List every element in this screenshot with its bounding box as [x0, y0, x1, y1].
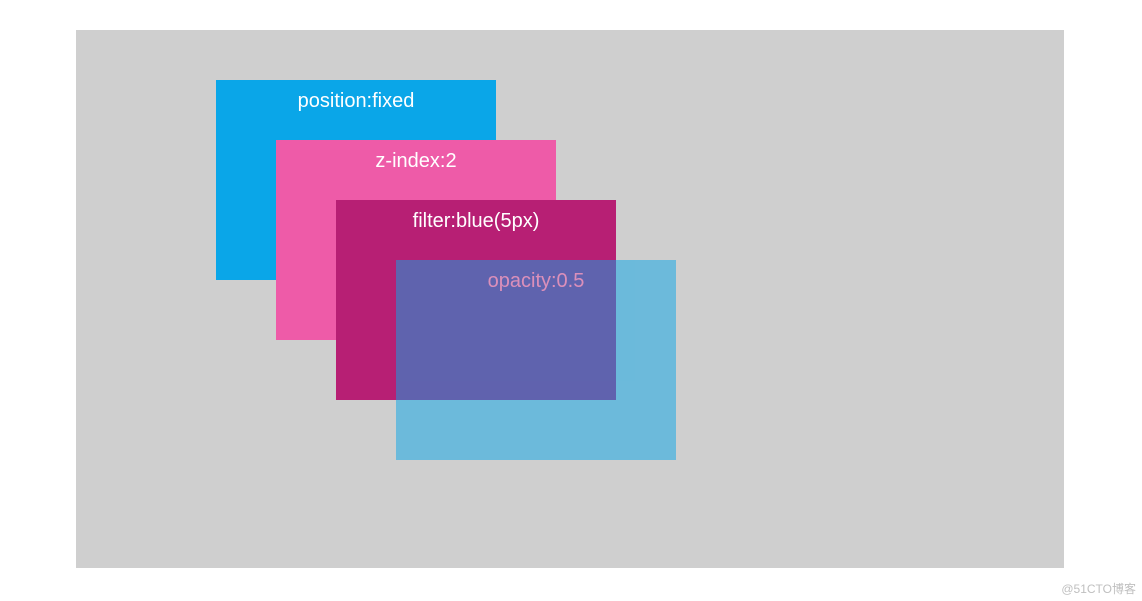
layer-label: opacity:0.5: [488, 270, 585, 292]
layer-label: z-index:2: [375, 150, 456, 172]
diagram-canvas: position:fixed z-index:2 filter:blue(5px…: [76, 30, 1064, 568]
layer-label: position:fixed: [298, 90, 415, 112]
layer-box-opacity: opacity:0.5: [396, 260, 676, 460]
layer-label: filter:blue(5px): [413, 210, 540, 232]
watermark: @51CTO博客: [1061, 580, 1136, 597]
